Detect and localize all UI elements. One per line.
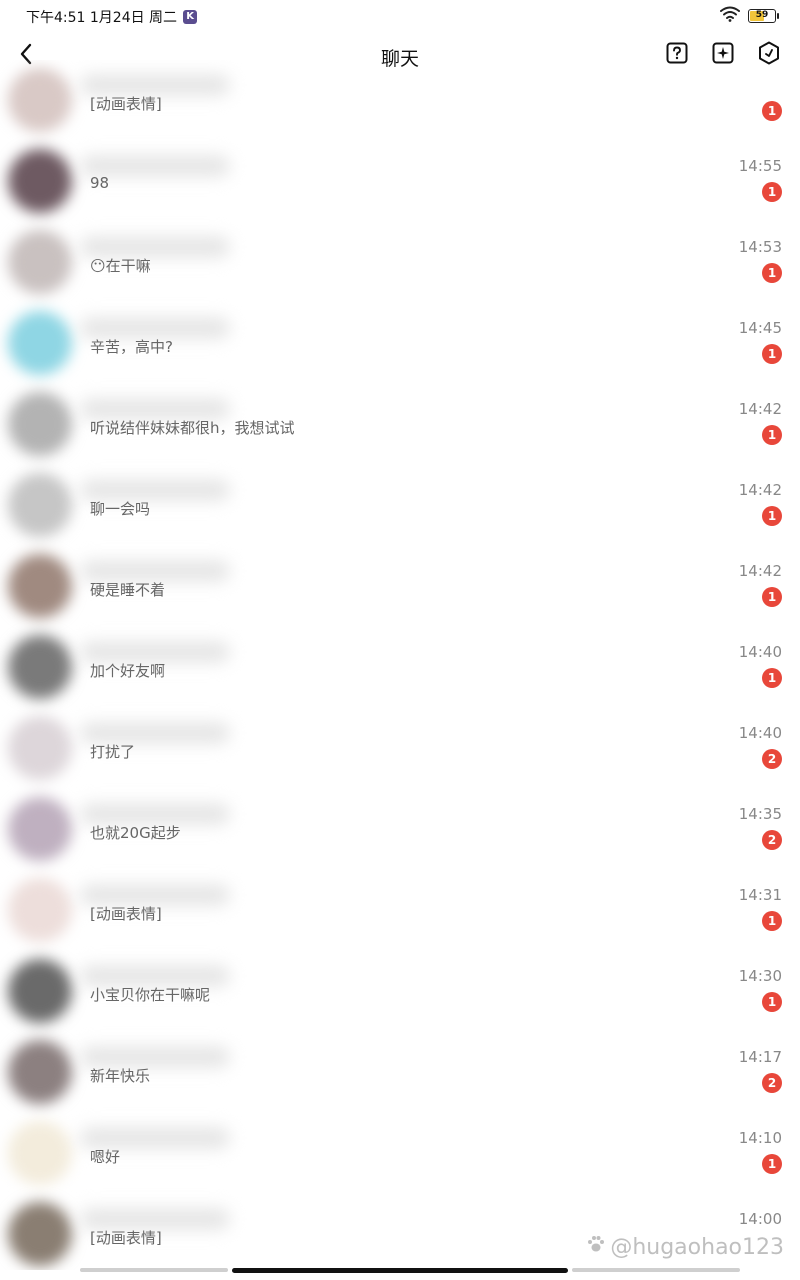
unread-badge: 2 <box>762 830 782 850</box>
wifi-icon <box>720 6 740 26</box>
message-preview: 小宝贝你在干嘛呢 <box>90 986 211 1004</box>
chat-list-item[interactable]: 小宝贝你在干嘛呢 14:30 1 <box>0 951 800 1032</box>
message-time: 14:10 <box>738 1129 782 1147</box>
unread-badge: 1 <box>762 344 782 364</box>
message-preview: [动画表情] <box>90 95 162 113</box>
avatar <box>8 392 72 456</box>
chat-list-item[interactable]: 98 14:55 1 <box>0 141 800 222</box>
unread-badge: 1 <box>762 911 782 931</box>
status-left: 下午4:51 1月24日 周二 K <box>26 7 198 27</box>
avatar <box>8 716 72 780</box>
message-preview: 听说结伴妹妹都很h，我想试试 <box>90 419 295 437</box>
message-time: 14:30 <box>738 967 782 985</box>
message-preview: 98 <box>90 174 110 192</box>
unread-badge: 2 <box>762 749 782 769</box>
message-preview: 新年快乐 <box>90 1067 151 1085</box>
avatar <box>8 635 72 699</box>
avatar <box>8 878 72 942</box>
chat-list-item[interactable]: [动画表情] 14:31 1 <box>0 870 800 951</box>
chat-list-item[interactable]: 辛苦，高中? 14:45 1 <box>0 303 800 384</box>
avatar <box>8 311 72 375</box>
message-preview: 打扰了 <box>90 743 136 761</box>
message-preview: 辛苦，高中? <box>90 338 173 356</box>
avatar <box>8 1040 72 1104</box>
message-preview: 硬是睡不着 <box>90 581 166 599</box>
avatar <box>8 1202 72 1266</box>
avatar <box>8 230 72 294</box>
unread-badge: 1 <box>762 1154 782 1174</box>
status-right: 59 <box>720 6 779 26</box>
unread-badge: 1 <box>762 425 782 445</box>
chat-list-item[interactable]: 加个好友啊 14:40 1 <box>0 627 800 708</box>
message-time: 14:17 <box>738 1048 782 1066</box>
chat-list: [动画表情] 1 98 14:55 1 😶在干嘛 14:53 1 辛苦，高中? 14:45 1 听说结… <box>0 60 800 1270</box>
watermark-text: @hugaohao123 <box>610 1234 784 1260</box>
message-time: 14:35 <box>738 805 782 823</box>
chat-list-item[interactable]: [动画表情] 1 <box>0 60 800 141</box>
unread-badge: 1 <box>762 668 782 688</box>
chat-list-item[interactable]: 聊一会吗 14:42 1 <box>0 465 800 546</box>
message-time: 14:55 <box>738 157 782 175</box>
app-k-icon: K <box>183 10 198 24</box>
message-time: 14:40 <box>738 724 782 742</box>
message-time: 14:42 <box>738 400 782 418</box>
avatar <box>8 68 72 132</box>
message-time: 14:42 <box>738 562 782 580</box>
avatar <box>8 959 72 1023</box>
message-time: 14:53 <box>738 238 782 256</box>
message-time: 14:40 <box>738 643 782 661</box>
message-preview: [动画表情] <box>90 905 162 923</box>
unread-badge: 1 <box>762 992 782 1012</box>
chat-list-item[interactable]: 硬是睡不着 14:42 1 <box>0 546 800 627</box>
chat-list-item[interactable]: 也就20G起步 14:35 2 <box>0 789 800 870</box>
message-preview: 也就20G起步 <box>90 824 181 842</box>
avatar <box>8 797 72 861</box>
avatar <box>8 1121 72 1185</box>
chat-list-item[interactable]: 听说结伴妹妹都很h，我想试试 14:42 1 <box>0 384 800 465</box>
message-time: 14:00 <box>738 1210 782 1228</box>
avatar <box>8 554 72 618</box>
paw-icon <box>586 1234 606 1260</box>
unread-badge: 1 <box>762 263 782 283</box>
chat-list-item[interactable]: 打扰了 14:40 2 <box>0 708 800 789</box>
unread-badge: 1 <box>762 101 782 121</box>
message-preview: 加个好友啊 <box>90 662 166 680</box>
unread-badge: 1 <box>762 506 782 526</box>
watermark: @hugaohao123 <box>586 1234 784 1260</box>
scroll-track-left <box>80 1268 228 1272</box>
avatar <box>8 473 72 537</box>
unread-badge: 2 <box>762 1073 782 1093</box>
chat-list-item[interactable]: 😶在干嘛 14:53 1 <box>0 222 800 303</box>
avatar <box>8 149 72 213</box>
message-preview: 聊一会吗 <box>90 500 151 518</box>
message-time: 14:42 <box>738 481 782 499</box>
chat-list-item[interactable]: 嗯好 14:10 1 <box>0 1113 800 1194</box>
status-bar: 下午4:51 1月24日 周二 K 59 <box>0 0 800 32</box>
message-time: 14:45 <box>738 319 782 337</box>
message-preview: [动画表情] <box>90 1229 162 1247</box>
message-preview: 😶在干嘛 <box>90 257 151 275</box>
chat-list-item[interactable]: 新年快乐 14:17 2 <box>0 1032 800 1113</box>
battery-icon: 59 <box>748 9 779 23</box>
home-indicator[interactable] <box>232 1268 568 1273</box>
scroll-track-right <box>572 1268 740 1272</box>
unread-badge: 1 <box>762 182 782 202</box>
battery-level: 59 <box>755 10 769 20</box>
status-time-date: 下午4:51 1月24日 周二 <box>26 10 178 26</box>
message-preview: 嗯好 <box>90 1148 121 1166</box>
unread-badge: 1 <box>762 587 782 607</box>
message-time: 14:31 <box>738 886 782 904</box>
